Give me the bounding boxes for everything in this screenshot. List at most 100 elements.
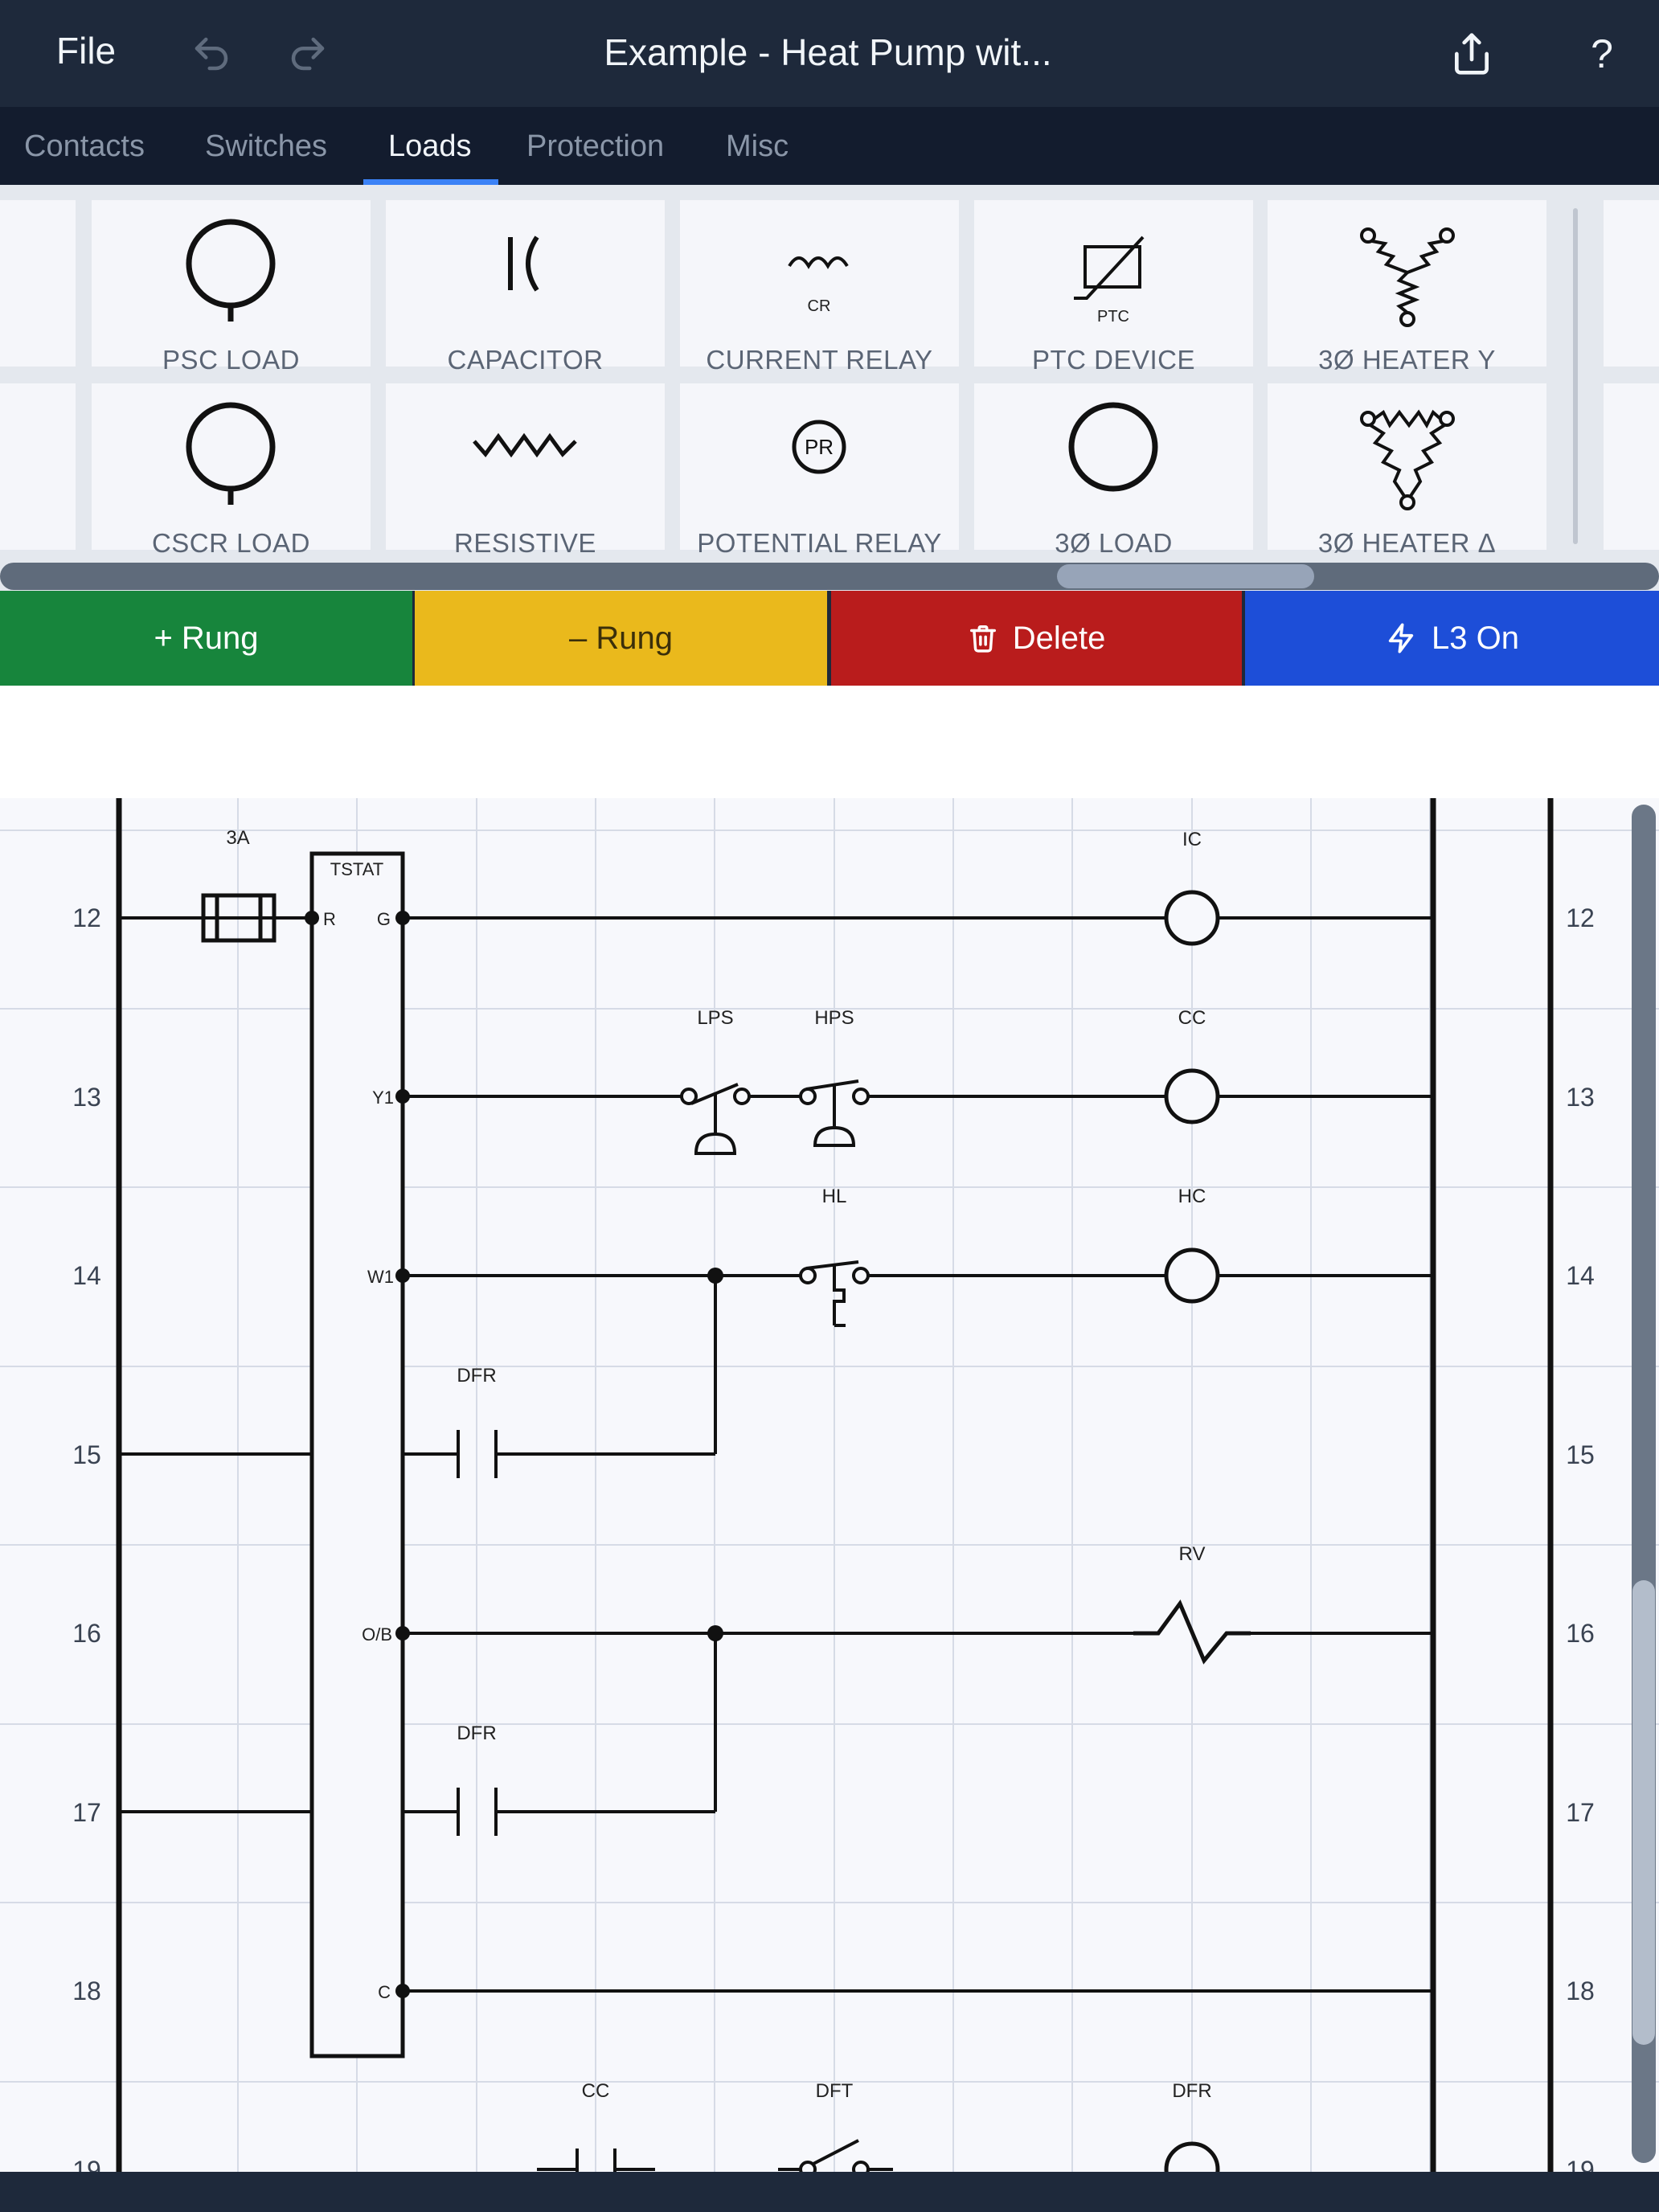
hc-label: HC bbox=[1178, 1186, 1206, 1207]
rung-number: 19 bbox=[1566, 2156, 1595, 2172]
thermostat-block[interactable]: TSTAT R G Y1 W1 O/B C bbox=[305, 851, 410, 2058]
potential-relay-icon: PR bbox=[792, 420, 846, 474]
tstat-label: TSTAT bbox=[330, 859, 383, 879]
file-menu-button[interactable]: File bbox=[56, 29, 116, 72]
rung-number: 16 bbox=[1566, 1619, 1595, 1648]
rung-number: 17 bbox=[1566, 1798, 1595, 1827]
redo-icon[interactable] bbox=[283, 29, 333, 79]
psc-load-icon bbox=[186, 219, 276, 322]
document-title: Example - Heat Pump wit... bbox=[604, 31, 1052, 73]
palette-item-label: CAPACITOR bbox=[447, 345, 604, 375]
delete-button[interactable]: Delete bbox=[831, 591, 1242, 686]
ptc-device-icon: PTC bbox=[1074, 236, 1145, 326]
add-rung-label: + Rung bbox=[154, 620, 259, 656]
bottom-bar bbox=[0, 2172, 1659, 2212]
rung-number: 14 bbox=[1566, 1261, 1595, 1290]
component-palette: PSC LOAD CAPACITOR CR CURRENT RELAY PTC … bbox=[0, 185, 1659, 591]
lightning-icon bbox=[1388, 623, 1414, 653]
tab-switches[interactable]: Switches bbox=[205, 129, 327, 164]
palette-item-label: CSCR LOAD bbox=[151, 528, 311, 558]
fuse-3a[interactable]: 3A bbox=[177, 827, 276, 943]
terminal-ob: O/B bbox=[362, 1624, 392, 1645]
ladder-diagram-canvas[interactable]: 12 13 14 15 16 17 18 19 12 13 14 15 16 1… bbox=[0, 798, 1659, 2172]
palette-item-heater-delta[interactable]: 3Ø HEATER Δ bbox=[1268, 383, 1546, 558]
trash-icon bbox=[969, 625, 996, 653]
tab-contacts[interactable]: Contacts bbox=[24, 129, 145, 164]
rv-label: RV bbox=[1179, 1543, 1206, 1565]
tab-protection[interactable]: Protection bbox=[526, 129, 664, 164]
junction-dot bbox=[707, 1268, 723, 1284]
active-tab-indicator bbox=[363, 179, 498, 185]
palette-scrollbar-thumb[interactable] bbox=[1057, 564, 1314, 588]
palette-scrollbar[interactable] bbox=[0, 563, 1659, 590]
junction-dot bbox=[707, 1625, 723, 1641]
rung-number: 18 bbox=[1566, 1976, 1595, 2005]
rung-number: 16 bbox=[72, 1619, 101, 1648]
indoor-coil-load[interactable] bbox=[1133, 890, 1251, 946]
palette-item-cscr-load[interactable]: CSCR LOAD bbox=[92, 383, 371, 558]
remove-rung-label: – Rung bbox=[569, 620, 673, 656]
palette-item-label: PSC LOAD bbox=[162, 345, 300, 375]
palette-card-partial[interactable] bbox=[1604, 383, 1659, 550]
heater-y-icon bbox=[1360, 227, 1455, 327]
share-icon[interactable] bbox=[1447, 29, 1497, 79]
palette-item-three-phase-load[interactable]: 3Ø LOAD bbox=[974, 383, 1253, 558]
palette-card-partial[interactable] bbox=[0, 383, 76, 550]
pr-tag: PR bbox=[805, 435, 834, 459]
rung-number: 14 bbox=[72, 1261, 101, 1290]
palette-item-psc-load[interactable]: PSC LOAD bbox=[92, 200, 371, 375]
palette-divider bbox=[1573, 208, 1578, 544]
palette-item-label: CURRENT RELAY bbox=[706, 345, 933, 375]
category-tabs: Contacts Switches Loads Protection Misc bbox=[0, 107, 1659, 185]
cc-19-label: CC bbox=[582, 2080, 610, 2102]
palette-item-label: 3Ø HEATER Y bbox=[1318, 345, 1496, 375]
palette-item-ptc-device[interactable]: PTC PTC DEVICE bbox=[974, 200, 1253, 375]
palette-item-label: 3Ø HEATER Δ bbox=[1317, 528, 1497, 558]
palette-item-potential-relay[interactable]: PR POTENTIAL RELAY bbox=[680, 383, 959, 558]
capacitor-icon bbox=[508, 236, 539, 292]
terminal-w1: W1 bbox=[367, 1267, 394, 1287]
hl-label: HL bbox=[822, 1186, 847, 1207]
palette-card-partial[interactable] bbox=[1604, 200, 1659, 367]
palette-item-label: RESISTIVE bbox=[454, 528, 596, 558]
rung-number: 13 bbox=[72, 1083, 101, 1112]
undo-icon[interactable] bbox=[186, 29, 236, 79]
cc-label: CC bbox=[1178, 1007, 1206, 1029]
palette-item-resistive[interactable]: RESISTIVE bbox=[386, 383, 665, 558]
ptc-tag: PTC bbox=[1097, 308, 1129, 326]
cr-tag: CR bbox=[808, 297, 831, 315]
dfr-15-label: DFR bbox=[457, 1365, 496, 1387]
rung-number: 18 bbox=[72, 1976, 101, 2005]
palette-item-current-relay[interactable]: CR CURRENT RELAY bbox=[680, 200, 959, 375]
resistive-icon bbox=[473, 432, 577, 458]
diagram-scrollbar-thumb[interactable] bbox=[1632, 1580, 1655, 2045]
remove-rung-button[interactable]: – Rung bbox=[415, 591, 827, 686]
lps-label: LPS bbox=[697, 1007, 733, 1029]
dfr-contact-17[interactable] bbox=[403, 1788, 536, 1836]
palette-item-capacitor[interactable]: CAPACITOR bbox=[386, 200, 665, 375]
l3-label: L3 On bbox=[1432, 620, 1519, 656]
help-button[interactable]: ? bbox=[1577, 29, 1627, 79]
tab-misc[interactable]: Misc bbox=[726, 129, 789, 164]
delete-label: Delete bbox=[1012, 620, 1106, 656]
dfr-contact-15[interactable] bbox=[403, 1430, 536, 1478]
terminal-g: G bbox=[377, 909, 391, 929]
terminal-r: R bbox=[323, 909, 336, 929]
l3-toggle-button[interactable]: L3 On bbox=[1245, 591, 1659, 686]
dfr-load-label: DFR bbox=[1172, 2080, 1211, 2102]
add-rung-button[interactable]: + Rung bbox=[0, 591, 412, 686]
action-bar: + Rung – Rung Delete L3 On bbox=[0, 591, 1659, 686]
rung-number: 13 bbox=[1566, 1083, 1595, 1112]
palette-card-partial[interactable] bbox=[0, 200, 76, 367]
tab-loads[interactable]: Loads bbox=[388, 129, 472, 164]
rung-number: 15 bbox=[72, 1440, 101, 1469]
palette-item-label: PTC DEVICE bbox=[1031, 345, 1196, 375]
palette-item-heater-y[interactable]: 3Ø HEATER Y bbox=[1268, 200, 1546, 375]
rung-number: 17 bbox=[72, 1798, 101, 1827]
heater-contactor-load[interactable] bbox=[1133, 1247, 1251, 1304]
heater-delta-icon bbox=[1360, 409, 1455, 510]
compressor-contactor-load[interactable] bbox=[1133, 1068, 1251, 1124]
diagram-header-space bbox=[0, 686, 1659, 798]
rung-number: 12 bbox=[72, 903, 101, 932]
rung-number: 12 bbox=[1566, 903, 1595, 932]
